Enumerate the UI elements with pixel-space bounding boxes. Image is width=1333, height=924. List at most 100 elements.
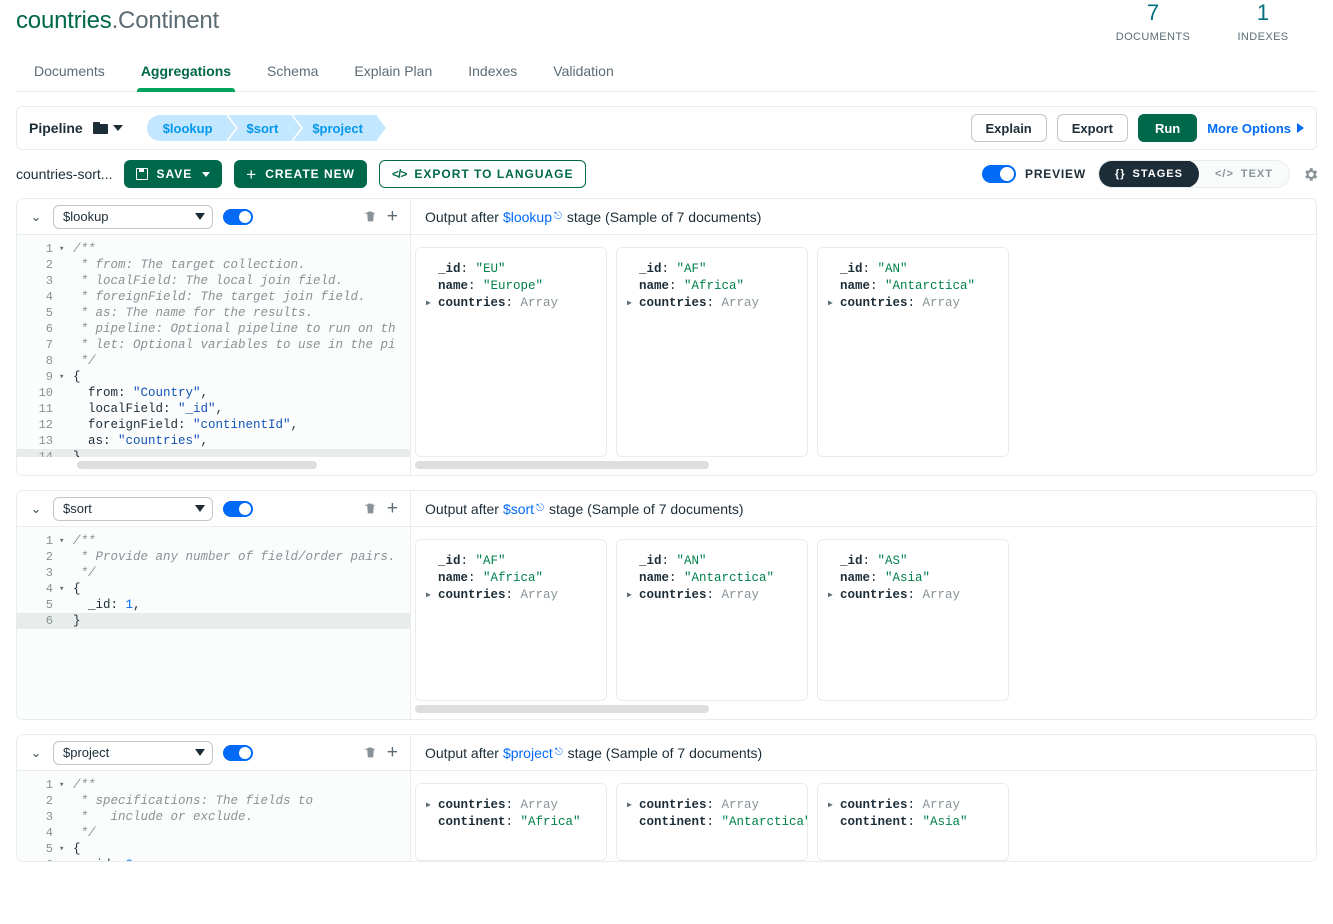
expand-triangle-icon[interactable]: ▶ xyxy=(828,590,840,600)
fold-toggle-icon[interactable]: ▾ xyxy=(59,584,69,594)
code-line[interactable]: 1 ▾ /** xyxy=(17,533,410,549)
output-document-card[interactable]: _id: "EU" name: "Europe" ▶ countries: Arr… xyxy=(415,247,607,457)
export-button[interactable]: Export xyxy=(1056,114,1128,142)
stage-operator-select-lookup[interactable]: $lookup xyxy=(53,204,213,229)
code-line[interactable]: 2 * specifications: The fields to xyxy=(17,793,410,809)
output-document-card[interactable]: _id: "AF" name: "Africa" ▶ countries: Arr… xyxy=(415,539,607,701)
add-stage-icon[interactable]: + xyxy=(387,499,398,518)
stage-enabled-toggle[interactable] xyxy=(223,744,253,761)
code-line[interactable]: 6 } xyxy=(17,613,410,629)
code-line[interactable]: 12 foreignField: "continentId", xyxy=(17,417,410,433)
more-options-button[interactable]: More Options xyxy=(1207,121,1304,136)
tab-validation[interactable]: Validation xyxy=(535,57,631,91)
code-line[interactable]: 4 */ xyxy=(17,825,410,841)
tab-schema[interactable]: Schema xyxy=(249,57,336,91)
code-line[interactable]: 10 from: "Country", xyxy=(17,385,410,401)
output-stage-link[interactable]: $lookup xyxy=(503,209,552,225)
export-to-language-button[interactable]: </> EXPORT TO LANGUAGE xyxy=(379,160,587,188)
output-document-card[interactable]: _id: "AN" name: "Antarctica" ▶ countries:… xyxy=(817,247,1009,457)
code-line[interactable]: 6 * pipeline: Optional pipeline to run o… xyxy=(17,321,410,337)
collection-tabs[interactable]: Documents Aggregations Schema Explain Pl… xyxy=(16,57,1317,92)
gear-icon[interactable] xyxy=(1302,166,1319,183)
run-button[interactable]: Run xyxy=(1137,114,1198,142)
code-line[interactable]: 9 ▾ { xyxy=(17,369,410,385)
fold-toggle-icon[interactable]: ▾ xyxy=(59,372,69,382)
code-line[interactable]: 14 } xyxy=(17,449,410,457)
fold-toggle-icon[interactable]: ▾ xyxy=(59,244,69,254)
preview-toggle-group[interactable]: PREVIEW xyxy=(982,165,1086,183)
text-view-button[interactable]: </> TEXT xyxy=(1199,161,1289,187)
code-line[interactable]: 3 */ xyxy=(17,565,410,581)
explain-button[interactable]: Explain xyxy=(970,114,1047,142)
pipeline-chip-sort[interactable]: $sort xyxy=(227,115,302,141)
output-horizontal-scrollbar[interactable] xyxy=(411,461,1316,469)
pipeline-chip-project[interactable]: $project xyxy=(293,115,386,141)
create-new-button[interactable]: + CREATE NEW xyxy=(234,160,367,188)
expand-triangle-icon[interactable]: ▶ xyxy=(828,298,840,308)
code-line[interactable]: 2 * from: The target collection. xyxy=(17,257,410,273)
editor-horizontal-scrollbar[interactable] xyxy=(17,461,410,469)
collapse-stage-icon[interactable]: ⌄ xyxy=(29,501,43,517)
code-line[interactable]: 3 * include or exclude. xyxy=(17,809,410,825)
view-mode-segmented-control[interactable]: {} STAGES </> TEXT xyxy=(1097,160,1290,188)
expand-triangle-icon[interactable]: ▶ xyxy=(426,298,438,308)
external-link-icon[interactable]: ⎋ xyxy=(536,503,544,514)
collapse-stage-icon[interactable]: ⌄ xyxy=(29,745,43,761)
code-line[interactable]: 5 ▾ { xyxy=(17,841,410,857)
expand-triangle-icon[interactable]: ▶ xyxy=(426,590,438,600)
output-stage-link[interactable]: $project xyxy=(503,745,553,761)
expand-triangle-icon[interactable]: ▶ xyxy=(627,590,639,600)
output-document-card[interactable]: ▶ countries: Array continent: "Antarctica… xyxy=(616,783,808,861)
tab-aggregations[interactable]: Aggregations xyxy=(123,57,249,92)
save-button[interactable]: SAVE xyxy=(124,160,223,188)
fold-toggle-icon[interactable]: ▾ xyxy=(59,780,69,790)
output-stage-link[interactable]: $sort xyxy=(503,501,534,517)
code-line[interactable]: 3 * localField: The local join field. xyxy=(17,273,410,289)
fold-toggle-icon[interactable]: ▾ xyxy=(59,844,69,854)
delete-stage-icon[interactable] xyxy=(364,501,377,516)
output-horizontal-scrollbar[interactable] xyxy=(411,705,1316,713)
stage-operator-select-sort[interactable]: $sort xyxy=(53,496,213,521)
pipeline-chip-lookup[interactable]: $lookup xyxy=(146,115,236,141)
delete-stage-icon[interactable] xyxy=(364,209,377,224)
stage-code-editor-project[interactable]: 1 ▾ /** 2 * specifications: The fields t… xyxy=(17,771,410,861)
tab-indexes[interactable]: Indexes xyxy=(450,57,535,91)
collapse-stage-icon[interactable]: ⌄ xyxy=(29,209,43,225)
code-line[interactable]: 1 ▾ /** xyxy=(17,241,410,257)
code-line[interactable]: 4 * foreignField: The target join field. xyxy=(17,289,410,305)
external-link-icon[interactable]: ⎋ xyxy=(554,211,562,222)
expand-triangle-icon[interactable]: ▶ xyxy=(828,800,840,810)
add-stage-icon[interactable]: + xyxy=(387,743,398,762)
expand-triangle-icon[interactable]: ▶ xyxy=(426,800,438,810)
chevron-down-icon[interactable] xyxy=(202,171,211,177)
output-document-card[interactable]: _id: "AN" name: "Antarctica" ▶ countries:… xyxy=(616,539,808,701)
code-line[interactable]: 7 * let: Optional variables to use in th… xyxy=(17,337,410,353)
stage-code-editor-lookup[interactable]: 1 ▾ /** 2 * from: The target collection.… xyxy=(17,235,410,457)
tab-explain-plan[interactable]: Explain Plan xyxy=(336,57,450,91)
code-line[interactable]: 8 */ xyxy=(17,353,410,369)
code-line[interactable]: 4 ▾ { xyxy=(17,581,410,597)
output-document-card[interactable]: ▶ countries: Array continent: "Asia" xyxy=(817,783,1009,861)
expand-triangle-icon[interactable]: ▶ xyxy=(627,800,639,810)
stage-enabled-toggle[interactable] xyxy=(223,208,253,225)
output-document-card[interactable]: _id: "AF" name: "Africa" ▶ countries: Arr… xyxy=(616,247,808,457)
stage-code-editor-sort[interactable]: 1 ▾ /** 2 * Provide any number of field/… xyxy=(17,527,410,719)
code-line[interactable]: 5 * as: The name for the results. xyxy=(17,305,410,321)
code-line[interactable]: 6 _id: 0, xyxy=(17,857,410,861)
preview-toggle[interactable] xyxy=(982,165,1017,183)
external-link-icon[interactable]: ⎋ xyxy=(555,747,563,758)
open-saved-pipelines-button[interactable] xyxy=(92,122,123,134)
add-stage-icon[interactable]: + xyxy=(387,207,398,226)
output-document-card[interactable]: _id: "AS" name: "Asia" ▶ countries: Array xyxy=(817,539,1009,701)
stage-operator-select-project[interactable]: $project xyxy=(53,740,213,765)
stages-view-button[interactable]: {} STAGES xyxy=(1098,161,1199,187)
delete-stage-icon[interactable] xyxy=(364,745,377,760)
code-line[interactable]: 5 _id: 1, xyxy=(17,597,410,613)
code-line[interactable]: 1 ▾ /** xyxy=(17,777,410,793)
tab-documents[interactable]: Documents xyxy=(16,57,123,91)
expand-triangle-icon[interactable]: ▶ xyxy=(627,298,639,308)
code-line[interactable]: 11 localField: "_id", xyxy=(17,401,410,417)
fold-toggle-icon[interactable]: ▾ xyxy=(59,536,69,546)
code-line[interactable]: 2 * Provide any number of field/order pa… xyxy=(17,549,410,565)
output-document-card[interactable]: ▶ countries: Array continent: "Africa" xyxy=(415,783,607,861)
